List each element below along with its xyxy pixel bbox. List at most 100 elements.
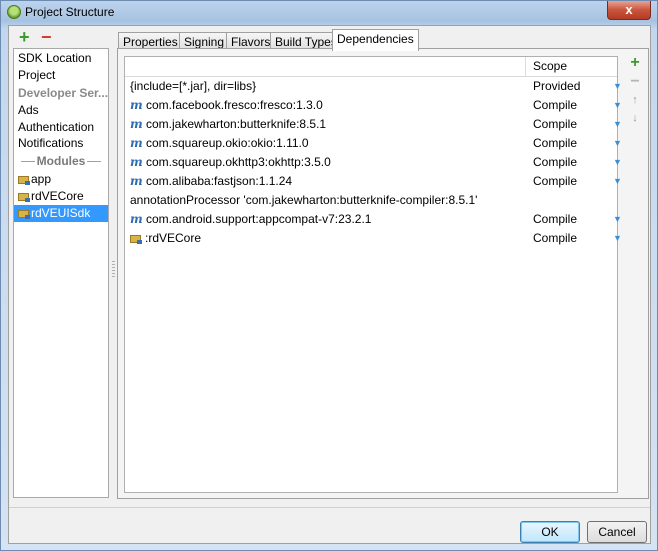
list-item-authentication[interactable]: Authentication [14,119,108,136]
tab-label: Dependencies [337,32,414,46]
scope-dropdown-icon[interactable]: ▼ [613,96,622,115]
remove-module-icon[interactable]: − [41,28,52,46]
module-folder-icon [18,176,30,185]
tab-label: Signing [184,35,225,49]
table-row[interactable]: {include=[*.jar], dir=libs} Provided ▼ [125,77,622,96]
scope-column-header[interactable]: Scope [533,59,567,74]
section-header-developer-services: Developer Ser... [14,85,108,102]
maven-icon: m [130,155,143,169]
scope-dropdown-icon[interactable]: ▼ [613,229,622,248]
table-row[interactable]: m com.alibaba:fastjson:1.1.24 Compile ▼ [125,172,622,191]
list-item-label: Authentication [18,120,95,134]
configuration-list: SDK Location Project Developer Ser... Ad… [13,48,109,498]
dependency-cell: :rdVECore [130,229,201,248]
dependencies-table[interactable]: Scope {include=[*.jar], dir=libs} Provid… [124,56,622,493]
table-row[interactable]: m com.jakewharton:butterknife:8.5.1 Compi… [125,115,622,134]
dependency-cell: m com.alibaba:fastjson:1.1.24 [130,172,292,191]
scope-dropdown-icon[interactable]: ▼ [613,115,622,134]
maven-icon: m [130,136,143,150]
cancel-button[interactable]: Cancel [587,521,647,543]
tab-label: Properties [123,35,178,49]
scope-value[interactable]: Compile [533,134,577,153]
scope-dropdown-icon[interactable]: ▼ [613,172,622,191]
splitter-handle[interactable] [112,261,115,277]
maven-icon: m [130,174,143,188]
dependency-cell: m com.jakewharton:butterknife:8.5.1 [130,115,326,134]
table-row[interactable]: m com.squareup.okhttp3:okhttp:3.5.0 Compi… [125,153,622,172]
tab-label: Flavors [231,35,271,49]
scope-value[interactable]: Compile [533,96,577,115]
project-structure-window: Project Structure x + − SDK Location Pro… [0,0,658,551]
list-item-label: rdVEUISdk [31,206,91,220]
section-header-label: Developer Ser... [18,86,108,100]
scope-value[interactable]: Compile [533,210,577,229]
list-item-project[interactable]: Project [14,67,108,84]
scope-dropdown-icon[interactable]: ▼ [613,134,622,153]
table-header: Scope [125,57,617,77]
dependency-name: com.alibaba:fastjson:1.1.24 [146,174,293,188]
table-row[interactable]: m com.android.support:appcompat-v7:23.2.1… [125,210,622,229]
list-item-module-app[interactable]: app [14,171,108,188]
scope-dropdown-icon[interactable]: ▼ [613,77,622,96]
list-item-label: Project [18,68,56,82]
add-dependency-icon[interactable]: + [626,54,644,72]
scope-value[interactable]: Provided [533,77,580,96]
dependency-cell: m com.facebook.fresco:fresco:1.3.0 [130,96,323,115]
module-folder-icon [18,210,30,219]
tab-label: Build Types [275,35,337,49]
section-header-modules: Modules [14,153,108,170]
maven-icon: m [130,117,143,131]
separator-line [20,161,35,163]
dialog-body: + − SDK Location Project Developer Ser..… [8,25,651,544]
footer-divider [9,507,650,508]
tab-dependencies[interactable]: Dependencies [332,29,419,51]
table-row[interactable]: annotationProcessor 'com.jakewharton:but… [125,191,617,210]
scope-value[interactable]: Compile [533,153,577,172]
table-row[interactable]: :rdVECore Compile ▼ [125,229,622,248]
table-row[interactable]: m com.squareup.okio:okio:1.11.0 Compile ▼ [125,134,622,153]
list-item-label: app [31,172,52,186]
dependency-name: com.jakewharton:butterknife:8.5.1 [146,117,327,131]
name-column-header[interactable] [125,57,526,76]
dependency-name: annotationProcessor 'com.jakewharton:but… [130,193,478,207]
list-item-module-rdvecore[interactable]: rdVECore [14,188,108,205]
scope-dropdown-icon[interactable]: ▼ [613,210,622,229]
module-folder-icon [18,193,30,202]
add-module-icon[interactable]: + [19,28,30,46]
dependencies-panel: Scope {include=[*.jar], dir=libs} Provid… [117,48,649,499]
dependency-name: :rdVECore [145,231,202,245]
dependency-name: {include=[*.jar], dir=libs} [130,79,257,93]
remove-dependency-icon[interactable]: − [626,73,644,91]
move-up-icon[interactable]: ↑ [626,94,644,106]
maven-icon: m [130,212,143,226]
dependency-cell: m com.squareup.okhttp3:okhttp:3.5.0 [130,153,331,172]
scope-value[interactable]: Compile [533,229,577,248]
list-item-label: Ads [18,103,39,117]
window-title: Project Structure [25,5,115,19]
dependency-name: com.android.support:appcompat-v7:23.2.1 [146,212,372,226]
ok-button[interactable]: OK [520,521,580,543]
close-button[interactable]: x [607,1,651,20]
table-row[interactable]: m com.facebook.fresco:fresco:1.3.0 Compil… [125,96,622,115]
close-icon: x [625,2,633,17]
section-header-label: Modules [36,154,86,168]
module-folder-icon [130,235,142,244]
list-item-label: Notifications [18,136,84,150]
list-item-ads[interactable]: Ads [14,102,108,119]
list-item-sdk-location[interactable]: SDK Location [14,50,108,67]
scope-dropdown-icon[interactable]: ▼ [613,153,622,172]
dependency-cell: m com.android.support:appcompat-v7:23.2.1 [130,210,371,229]
separator-line [87,161,102,163]
maven-icon: m [130,98,143,112]
scope-value[interactable]: Compile [533,115,577,134]
list-item-notifications[interactable]: Notifications [14,135,108,152]
title-bar[interactable]: Project Structure x [1,1,657,25]
move-down-icon[interactable]: ↓ [626,112,644,124]
left-panel: + − SDK Location Project Developer Ser..… [9,26,111,499]
list-item-label: SDK Location [18,51,92,65]
dependency-name: com.facebook.fresco:fresco:1.3.0 [146,98,323,112]
dependency-name: com.squareup.okhttp3:okhttp:3.5.0 [146,155,331,169]
scope-value[interactable]: Compile [533,172,577,191]
dependency-name: com.squareup.okio:okio:1.11.0 [146,136,309,150]
list-item-module-rdveuisdk[interactable]: rdVEUISdk [14,205,108,222]
